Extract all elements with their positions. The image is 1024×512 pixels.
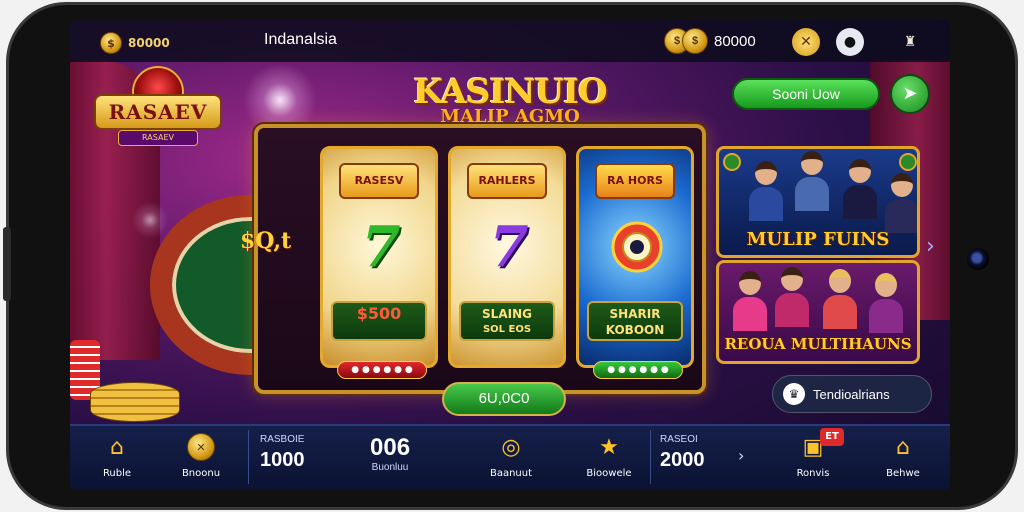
stat-block: 006 Buonluu bbox=[370, 434, 410, 473]
stat-value: 2000 bbox=[660, 449, 705, 471]
nav-label: Baanuut bbox=[489, 468, 533, 479]
slot-reel[interactable]: RASESV 7 $500 ● ● ● ● ● ● bbox=[320, 146, 438, 379]
person-figure bbox=[885, 173, 917, 233]
chevron-right-icon[interactable]: › bbox=[926, 234, 935, 259]
stat-value: 1000 bbox=[260, 449, 305, 471]
reel-pill[interactable]: ● ● ● ● ● ● bbox=[337, 361, 427, 379]
target-icon: ◎ bbox=[501, 434, 521, 460]
lucky-seven-icon: 7 bbox=[361, 214, 401, 280]
stat-block: RASEOI 2000 bbox=[660, 434, 705, 472]
divider bbox=[650, 430, 651, 484]
reel-label-line1: SLAING bbox=[482, 307, 532, 321]
promo-card[interactable]: MULIP FUINS bbox=[716, 146, 920, 258]
person-figure bbox=[775, 267, 809, 327]
trophy-icon: ♛ bbox=[783, 383, 805, 405]
notification-badge: ET bbox=[820, 428, 844, 446]
phone-side-button bbox=[3, 227, 11, 301]
nav-label: Bnoonu bbox=[181, 468, 221, 479]
region-title: Indanalsia bbox=[264, 31, 337, 48]
badge-icon bbox=[723, 153, 741, 171]
balance-display[interactable]: $ $ 80000 bbox=[664, 28, 756, 54]
bet-amount: $Q,t bbox=[240, 228, 292, 254]
nav-label: Ruble bbox=[102, 468, 132, 479]
reel-pill[interactable]: ● ● ● ● ● ● bbox=[593, 361, 683, 379]
top-bar: $ 80000 Indanalsia $ $ 80000 ✕ ● ♜ bbox=[70, 20, 950, 62]
person-figure bbox=[869, 273, 903, 333]
casino-logo[interactable]: RASAEV RASAEV bbox=[92, 64, 224, 160]
reel-label-line1: $500 bbox=[356, 304, 402, 323]
nav-favorites[interactable]: ★ Bioowele bbox=[574, 432, 644, 480]
person-figure bbox=[795, 151, 829, 211]
person-figure bbox=[843, 159, 877, 219]
share-button[interactable]: ➤ bbox=[890, 74, 930, 114]
logo-subtext: RASAEV bbox=[118, 130, 198, 146]
person-figure bbox=[823, 269, 857, 329]
stat-block: RASBOIE 1000 bbox=[260, 434, 305, 472]
nav-target[interactable]: ◎ Baanuut bbox=[476, 432, 546, 480]
nav-label: Bioowele bbox=[586, 468, 632, 479]
reel-label: SHARIR KOBOON bbox=[587, 301, 683, 341]
reel-label: SLAING SOL EOS bbox=[459, 301, 555, 341]
home-icon: ⌂ bbox=[110, 434, 124, 460]
person-figure bbox=[733, 271, 767, 331]
star-icon: ★ bbox=[599, 434, 619, 460]
chevron-right-icon[interactable]: › bbox=[738, 446, 744, 465]
reel-label-line2: KOBOON bbox=[605, 323, 665, 337]
mortarboard-icon: ⌂ bbox=[896, 434, 910, 460]
badge-icon bbox=[899, 153, 917, 171]
lucky-seven-icon: 7 bbox=[489, 214, 529, 280]
nav-home[interactable]: ⌂ Ruble bbox=[82, 432, 152, 480]
chat-icon[interactable]: ● bbox=[836, 28, 864, 56]
promo-title: REOUA MULTIHAUNS bbox=[724, 335, 912, 353]
promo-card[interactable]: REOUA MULTIHAUNS bbox=[716, 260, 920, 364]
headline: KASINUIO MALIP AGMO bbox=[410, 72, 610, 127]
logo-text: RASAEV bbox=[94, 94, 222, 130]
profile-icon[interactable]: ♜ bbox=[896, 28, 924, 56]
slot-reel[interactable]: RAHLERS 7 SLAING SOL EOS bbox=[448, 146, 566, 368]
stat-label: RASEOI bbox=[660, 434, 698, 445]
stat-value: 006 bbox=[370, 434, 411, 461]
tournaments-label: Tendioalrians bbox=[813, 386, 890, 402]
reel-label-line2: SOL EOS bbox=[482, 324, 532, 335]
eye-emblem-icon bbox=[607, 217, 667, 277]
reel-label: $500 bbox=[331, 301, 427, 341]
chip-stack-decoration bbox=[90, 382, 180, 422]
phone-camera bbox=[967, 248, 989, 270]
reel-title: RAHLERS bbox=[467, 163, 547, 199]
person-figure bbox=[749, 161, 783, 221]
bottom-navigation: ⌂ Ruble ✕ Bnoonu RASBOIE 1000 006 Buonlu… bbox=[70, 424, 950, 490]
spotlight bbox=[130, 200, 170, 240]
nav-label: Ronvis bbox=[796, 468, 830, 479]
slot-machine-panel: $Q,t RASESV 7 $500 ● ● ● ● ● ● RAHLERS 7… bbox=[240, 124, 706, 394]
coin-counter[interactable]: $ 80000 bbox=[100, 32, 170, 54]
coin-icon: $ bbox=[100, 32, 122, 54]
nav-learn[interactable]: ⌂ Behwe bbox=[868, 432, 938, 480]
nav-label: Behwe bbox=[886, 468, 920, 479]
stat-label: Buonluu bbox=[371, 462, 409, 473]
reel-title: RA HORS bbox=[595, 163, 675, 199]
settings-coin-icon[interactable]: ✕ bbox=[792, 28, 820, 56]
coin-stack-icon: $ bbox=[682, 28, 708, 54]
share-arrow-icon: ➤ bbox=[902, 83, 918, 104]
promo-title: MULIP FUINS bbox=[746, 229, 890, 250]
game-screen: $ 80000 Indanalsia $ $ 80000 ✕ ● ♜ RASAE… bbox=[70, 20, 950, 490]
divider bbox=[248, 430, 249, 484]
nav-bonus[interactable]: ✕ Bnoonu bbox=[166, 432, 236, 479]
social-button[interactable]: Sooni Uow bbox=[732, 78, 880, 110]
coin-counter-value: 80000 bbox=[128, 36, 170, 50]
spin-button[interactable]: 6U,0C0 bbox=[442, 382, 566, 416]
coin-icon: ✕ bbox=[186, 432, 216, 462]
reel-label-line1: SHARIR bbox=[609, 307, 661, 321]
slot-reel[interactable]: RA HORS SHARIR KOBOON ● ● ● ● ● ● bbox=[576, 146, 694, 379]
reel-title: RASESV bbox=[339, 163, 419, 199]
balance-value: 80000 bbox=[714, 32, 756, 50]
stat-label: RASBOIE bbox=[260, 434, 305, 445]
tournaments-button[interactable]: ♛ Tendioalrians bbox=[772, 375, 932, 413]
